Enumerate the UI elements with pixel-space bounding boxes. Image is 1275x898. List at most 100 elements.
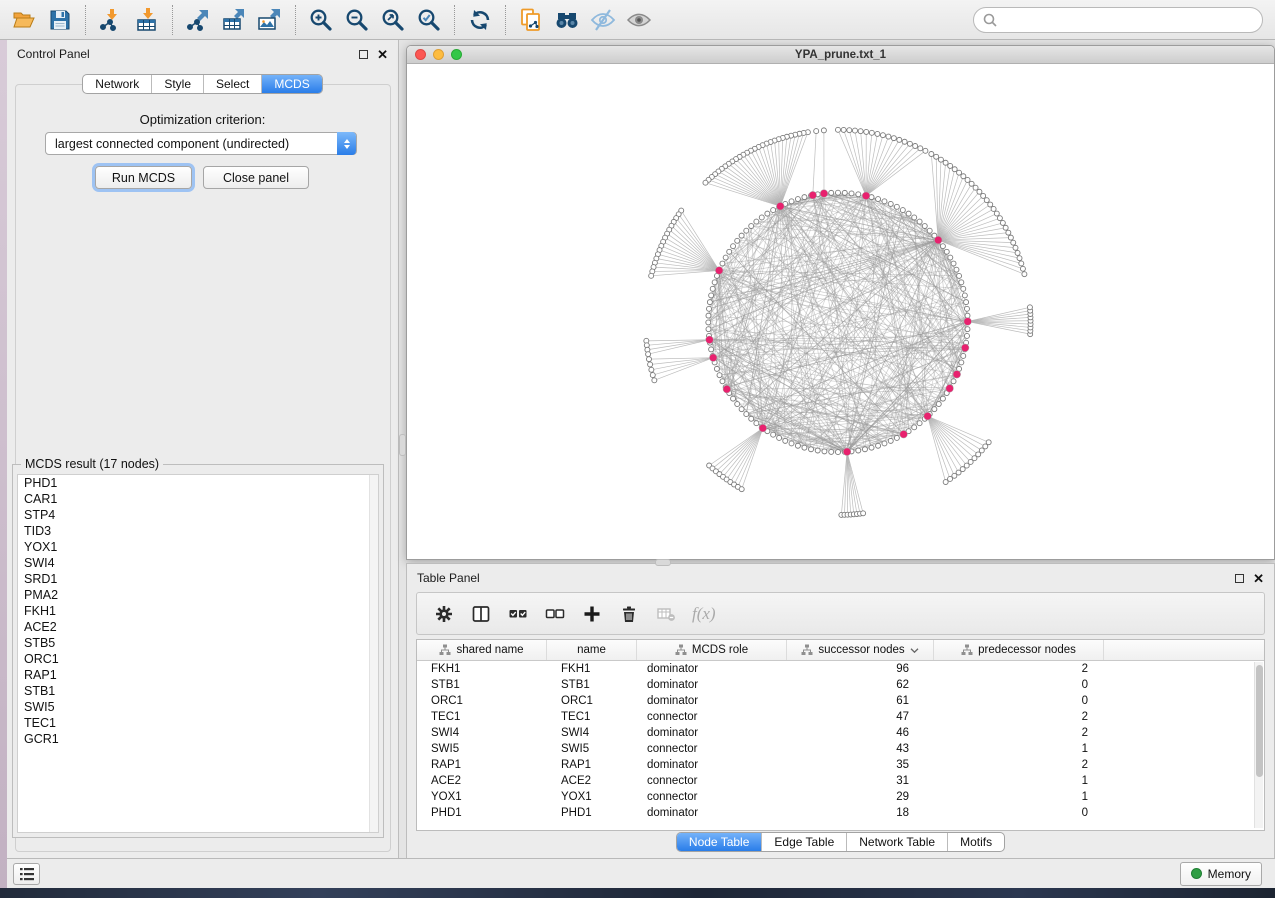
table-row[interactable]: YOX1YOX1connector291 — [417, 789, 1264, 805]
table-cell[interactable]: 0 — [934, 693, 1104, 709]
table-cell[interactable]: RAP1 — [547, 757, 637, 773]
table-cell[interactable]: PHD1 — [547, 805, 637, 821]
mcds-result-item[interactable]: FKH1 — [18, 603, 378, 619]
mcds-result-item[interactable]: SWI4 — [18, 555, 378, 571]
mcds-result-item[interactable]: GCR1 — [18, 731, 378, 747]
table-cell[interactable]: PHD1 — [417, 805, 547, 821]
mcds-result-item[interactable]: PHD1 — [18, 475, 378, 491]
zoom-in-icon[interactable] — [303, 4, 339, 36]
tab-select[interactable]: Select — [203, 75, 261, 93]
table-cell[interactable]: 29 — [787, 789, 934, 805]
export-image-icon[interactable] — [252, 4, 288, 36]
column-header-shared-name[interactable]: shared name — [417, 640, 547, 660]
optimization-criterion-select[interactable]: largest connected component (undirected) — [45, 132, 357, 155]
table-cell[interactable]: TEC1 — [417, 709, 547, 725]
table-cell[interactable]: FKH1 — [547, 661, 637, 677]
create-column-icon[interactable] — [581, 603, 603, 625]
tab-motifs[interactable]: Motifs — [947, 833, 1004, 851]
table-row[interactable]: RAP1RAP1dominator352 — [417, 757, 1264, 773]
export-table-icon[interactable] — [216, 4, 252, 36]
mcds-result-item[interactable]: YOX1 — [18, 539, 378, 555]
table-row[interactable]: STB1STB1dominator620 — [417, 677, 1264, 693]
mcds-result-item[interactable]: STB5 — [18, 635, 378, 651]
network-window-titlebar[interactable]: YPA_prune.txt_1 — [407, 46, 1274, 64]
save-session-icon[interactable] — [42, 4, 78, 36]
table-cell[interactable]: dominator — [637, 677, 787, 693]
delete-column-icon[interactable] — [618, 603, 640, 625]
table-cell[interactable]: STB1 — [417, 677, 547, 693]
column-header-mcds-role[interactable]: MCDS role — [637, 640, 787, 660]
table-cell[interactable]: 62 — [787, 677, 934, 693]
delete-table-icon[interactable] — [655, 603, 677, 625]
table-cell[interactable]: connector — [637, 773, 787, 789]
table-cell[interactable]: 0 — [934, 805, 1104, 821]
tab-node-table[interactable]: Node Table — [677, 833, 762, 851]
zoom-fit-icon[interactable] — [375, 4, 411, 36]
mcds-result-item[interactable]: SWI5 — [18, 699, 378, 715]
table-cell[interactable]: 1 — [934, 741, 1104, 757]
table-cell[interactable]: connector — [637, 709, 787, 725]
network-graph[interactable] — [407, 64, 1274, 560]
table-cell[interactable]: 2 — [934, 709, 1104, 725]
import-network-icon[interactable] — [93, 4, 129, 36]
table-cell[interactable]: 35 — [787, 757, 934, 773]
table-cell[interactable]: 61 — [787, 693, 934, 709]
mcds-result-item[interactable]: STB1 — [18, 683, 378, 699]
table-cell[interactable]: ACE2 — [417, 773, 547, 789]
table-cell[interactable]: dominator — [637, 661, 787, 677]
mcds-result-item[interactable]: CAR1 — [18, 491, 378, 507]
table-cell[interactable]: 1 — [934, 773, 1104, 789]
table-cell[interactable]: dominator — [637, 693, 787, 709]
float-panel-button[interactable] — [359, 50, 368, 59]
table-scrollbar-thumb[interactable] — [1256, 665, 1263, 777]
deselect-all-rows-icon[interactable] — [544, 603, 566, 625]
table-mode-button[interactable] — [13, 863, 40, 885]
table-cell[interactable]: SWI4 — [417, 725, 547, 741]
table-scrollbar-track[interactable] — [1254, 662, 1263, 828]
table-cell[interactable]: dominator — [637, 725, 787, 741]
table-row[interactable]: TEC1TEC1connector472 — [417, 709, 1264, 725]
table-row[interactable]: SWI4SWI4dominator462 — [417, 725, 1264, 741]
close-panel-button-mcds[interactable]: Close panel — [203, 166, 309, 189]
table-options-gear-icon[interactable] — [433, 603, 455, 625]
table-cell[interactable]: 96 — [787, 661, 934, 677]
table-cell[interactable]: connector — [637, 741, 787, 757]
tab-style[interactable]: Style — [151, 75, 203, 93]
close-table-panel-button[interactable]: ✕ — [1253, 572, 1264, 585]
mcds-list-scrollbar[interactable] — [369, 475, 378, 832]
table-row[interactable]: PHD1PHD1dominator180 — [417, 805, 1264, 821]
splitter-handle-vertical[interactable] — [399, 434, 406, 456]
mcds-result-item[interactable]: STP4 — [18, 507, 378, 523]
apply-function-icon[interactable]: f(x) — [692, 604, 716, 624]
tab-network[interactable]: Network — [83, 75, 151, 93]
mcds-result-item[interactable]: ORC1 — [18, 651, 378, 667]
table-cell[interactable]: 2 — [934, 661, 1104, 677]
tab-edge-table[interactable]: Edge Table — [761, 833, 846, 851]
search-input[interactable] — [998, 12, 1262, 28]
table-cell[interactable]: YOX1 — [547, 789, 637, 805]
import-table-icon[interactable] — [129, 4, 165, 36]
table-cell[interactable]: connector — [637, 789, 787, 805]
hide-selected-icon[interactable] — [585, 4, 621, 36]
table-cell[interactable]: SWI5 — [547, 741, 637, 757]
column-header-successor-nodes[interactable]: successor nodes — [787, 640, 934, 660]
table-row[interactable]: FKH1FKH1dominator962 — [417, 661, 1264, 677]
mcds-result-item[interactable]: RAP1 — [18, 667, 378, 683]
table-cell[interactable]: 2 — [934, 757, 1104, 773]
first-neighbors-icon[interactable] — [549, 4, 585, 36]
tab-network-table[interactable]: Network Table — [846, 833, 947, 851]
splitter-handle-horizontal[interactable] — [655, 559, 671, 566]
table-cell[interactable]: STB1 — [547, 677, 637, 693]
table-cell[interactable]: 31 — [787, 773, 934, 789]
table-row[interactable]: ORC1ORC1dominator610 — [417, 693, 1264, 709]
mcds-result-item[interactable]: ACE2 — [18, 619, 378, 635]
table-cell[interactable]: TEC1 — [547, 709, 637, 725]
open-session-icon[interactable] — [6, 4, 42, 36]
table-row[interactable]: SWI5SWI5connector431 — [417, 741, 1264, 757]
table-cell[interactable]: YOX1 — [417, 789, 547, 805]
table-cell[interactable]: 18 — [787, 805, 934, 821]
run-mcds-button[interactable]: Run MCDS — [95, 166, 192, 189]
table-cell[interactable]: dominator — [637, 757, 787, 773]
select-all-rows-icon[interactable] — [507, 603, 529, 625]
table-cell[interactable]: dominator — [637, 805, 787, 821]
